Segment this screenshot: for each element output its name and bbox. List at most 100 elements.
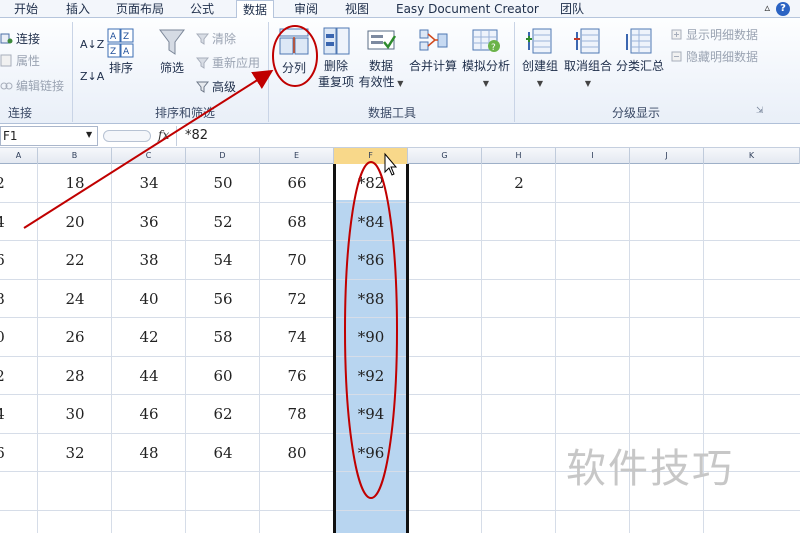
sort-button[interactable]: A Z Z A 排序	[104, 28, 138, 76]
cell-g3[interactable]	[408, 241, 482, 279]
cell-d3[interactable]: 54	[186, 241, 260, 279]
cell-c3[interactable]: 38	[112, 241, 186, 279]
cell-g8[interactable]	[408, 434, 482, 472]
cell-g4[interactable]	[408, 280, 482, 318]
cell-g2[interactable]	[408, 203, 482, 241]
cell-a5[interactable]: 0	[0, 318, 10, 356]
group-button[interactable]: 创建组 ▼	[518, 26, 562, 92]
cell-c2[interactable]: 36	[112, 203, 186, 241]
reapply-button[interactable]: 重新应用	[195, 54, 260, 72]
cell-c5[interactable]: 42	[112, 318, 186, 356]
tab-review[interactable]: 审阅	[294, 0, 318, 18]
cell-h4[interactable]	[482, 280, 556, 318]
column-header-i[interactable]: I	[556, 148, 630, 164]
cell-b3[interactable]: 22	[38, 241, 112, 279]
filter-button[interactable]: 筛选	[154, 26, 190, 76]
cell-g5[interactable]	[408, 318, 482, 356]
connections-button[interactable]: 连接	[0, 30, 40, 48]
cell-a4[interactable]: 8	[0, 280, 10, 318]
subtotal-button[interactable]: 分类汇总	[614, 26, 666, 74]
cell-d2[interactable]: 52	[186, 203, 260, 241]
tab-page-layout[interactable]: 页面布局	[116, 0, 164, 18]
name-box-dropdown-icon[interactable]: ▼	[86, 130, 92, 139]
cell-h5[interactable]	[482, 318, 556, 356]
column-header-b[interactable]: B	[38, 148, 112, 164]
column-header-e[interactable]: E	[260, 148, 334, 164]
minimize-ribbon-icon[interactable]: ▵	[764, 1, 770, 14]
cell-d4[interactable]: 56	[186, 280, 260, 318]
column-header-d[interactable]: D	[186, 148, 260, 164]
properties-button[interactable]: 属性	[0, 52, 40, 70]
cell-b8[interactable]: 32	[38, 434, 112, 472]
column-header-j[interactable]: J	[630, 148, 704, 164]
consolidate-button[interactable]: 合并计算	[406, 26, 460, 74]
cell-e5[interactable]: 74	[260, 318, 334, 356]
split-column-button[interactable]: 分列	[275, 26, 313, 76]
cell-h7[interactable]	[482, 395, 556, 433]
tab-formulas[interactable]: 公式	[190, 0, 214, 18]
cell-b6[interactable]: 28	[38, 357, 112, 395]
help-icon[interactable]: ?	[776, 2, 790, 16]
column-header-g[interactable]: G	[408, 148, 482, 164]
tab-team[interactable]: 团队	[560, 0, 584, 18]
cell-e8[interactable]: 80	[260, 434, 334, 472]
cell-h3[interactable]	[482, 241, 556, 279]
formula-bar-resize-handle[interactable]	[103, 130, 151, 142]
tab-data[interactable]: 数据	[236, 0, 275, 19]
remove-duplicates-button[interactable]: 删除 重复项	[316, 26, 356, 90]
formula-input[interactable]: *82	[176, 126, 800, 146]
cell-d6[interactable]: 60	[186, 357, 260, 395]
tab-home[interactable]: 开始	[14, 0, 38, 18]
cell-a1[interactable]: 2	[0, 164, 10, 202]
cell-d5[interactable]: 58	[186, 318, 260, 356]
ungroup-button[interactable]: 取消组合 ▼	[562, 26, 614, 92]
cell-h6[interactable]	[482, 357, 556, 395]
cell-b5[interactable]: 26	[38, 318, 112, 356]
tab-insert[interactable]: 插入	[66, 0, 90, 18]
cell-a3[interactable]: 6	[0, 241, 10, 279]
cell-c8[interactable]: 48	[112, 434, 186, 472]
cell-e2[interactable]: 68	[260, 203, 334, 241]
cell-e6[interactable]: 76	[260, 357, 334, 395]
sort-ascending-button[interactable]: A↓Z	[80, 36, 104, 54]
column-header-c[interactable]: C	[112, 148, 186, 164]
tab-view[interactable]: 视图	[345, 0, 369, 18]
cell-e7[interactable]: 78	[260, 395, 334, 433]
cell-h2[interactable]	[482, 203, 556, 241]
cell-g7[interactable]	[408, 395, 482, 433]
cell-g6[interactable]	[408, 357, 482, 395]
data-validation-button[interactable]: 数据 有效性 ▼	[358, 26, 404, 92]
dialog-launcher-icon[interactable]: ⇲	[756, 106, 764, 116]
cell-a8[interactable]: 6	[0, 434, 10, 472]
cell-b4[interactable]: 24	[38, 280, 112, 318]
cell-c7[interactable]: 46	[112, 395, 186, 433]
cell-d8[interactable]: 64	[186, 434, 260, 472]
sort-descending-button[interactable]: Z↓A	[80, 68, 104, 86]
cell-b7[interactable]: 30	[38, 395, 112, 433]
column-header-f[interactable]: F	[334, 148, 408, 164]
insert-function-icon[interactable]: fx	[158, 128, 169, 142]
edit-links-button[interactable]: 编辑链接	[0, 77, 64, 95]
show-detail-button[interactable]: 显示明细数据	[670, 26, 758, 44]
cell-h1[interactable]: 2	[482, 164, 556, 202]
column-header-k[interactable]: K	[704, 148, 800, 164]
cell-d1[interactable]: 50	[186, 164, 260, 202]
cell-e1[interactable]: 66	[260, 164, 334, 202]
cell-e4[interactable]: 72	[260, 280, 334, 318]
advanced-filter-button[interactable]: 高级	[195, 78, 236, 96]
clear-filter-button[interactable]: 清除	[195, 30, 236, 48]
cell-e3[interactable]: 70	[260, 241, 334, 279]
cell-b2[interactable]: 20	[38, 203, 112, 241]
cell-c6[interactable]: 44	[112, 357, 186, 395]
hide-detail-button[interactable]: 隐藏明细数据	[670, 48, 758, 66]
tab-easy-document-creator[interactable]: Easy Document Creator	[396, 0, 539, 18]
what-if-analysis-button[interactable]: ? 模拟分析 ▼	[460, 26, 512, 92]
cell-a2[interactable]: 4	[0, 203, 10, 241]
cell-c1[interactable]: 34	[112, 164, 186, 202]
cell-a6[interactable]: 2	[0, 357, 10, 395]
column-header-a[interactable]: A	[0, 148, 38, 164]
name-box[interactable]: F1	[0, 126, 98, 146]
cell-h8[interactable]	[482, 434, 556, 472]
cell-a7[interactable]: 4	[0, 395, 10, 433]
cell-g1[interactable]	[408, 164, 482, 202]
